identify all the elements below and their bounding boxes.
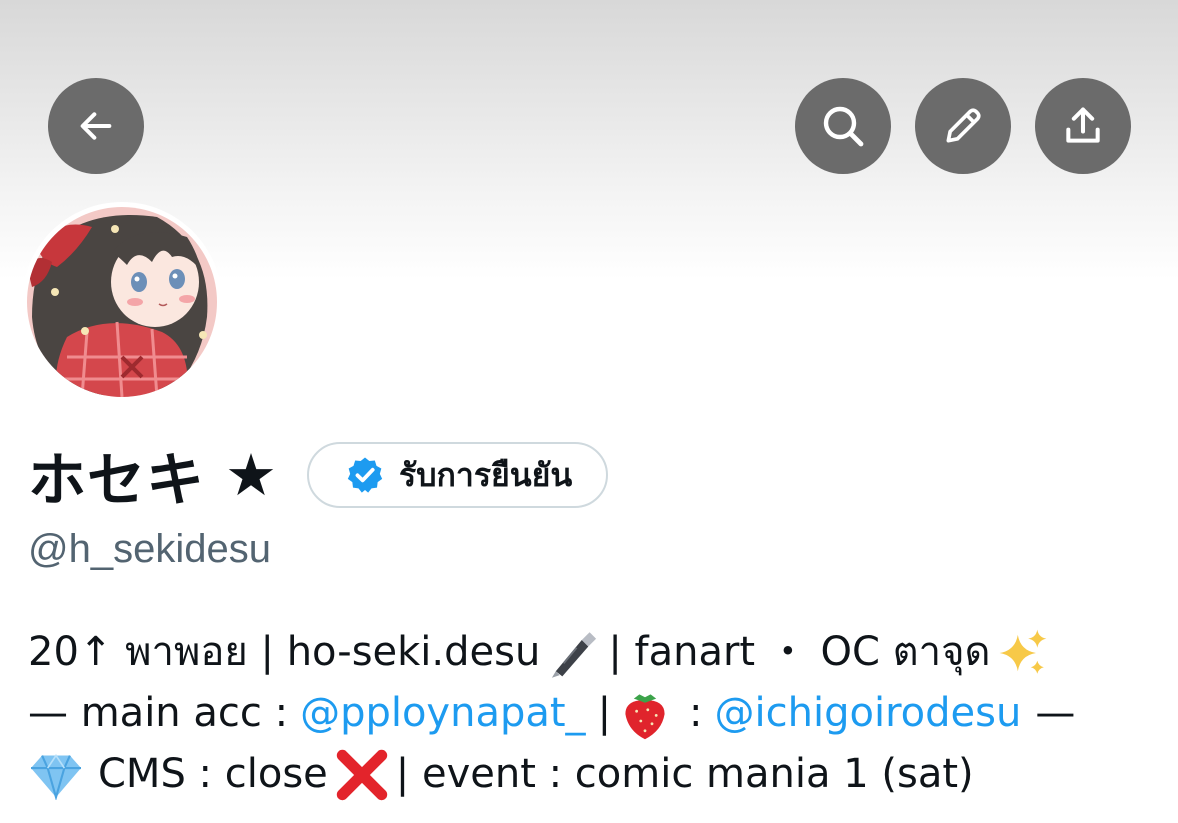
- bio-text: 20↑ พาพอย | ho-seki.desu: [28, 629, 541, 675]
- profile-page: ホセキ ★ รับการยืนยัน @h_sekidesu 20↑ พาพอย…: [0, 0, 1178, 823]
- back-button[interactable]: [48, 78, 144, 174]
- mention-link[interactable]: @pploynapat_: [300, 683, 586, 744]
- verified-button[interactable]: รับการยืนยัน: [307, 442, 609, 508]
- bio-text: CMS : close: [98, 751, 328, 797]
- avatar-container[interactable]: [22, 202, 222, 402]
- display-name: ホセキ: [28, 446, 206, 514]
- sparkles-emoji: [999, 629, 1046, 674]
- fountain-pen-emoji: [552, 631, 597, 678]
- cross-mark-emoji: [336, 749, 387, 800]
- verified-label: รับการยืนยัน: [399, 455, 573, 494]
- bio-text: :: [689, 690, 703, 736]
- bio-line-2: — main acc : @pploynapat_ | : @ichigoiro…: [28, 683, 1158, 744]
- strawberry-emoji: [625, 693, 665, 739]
- mention-link[interactable]: @ichigoirodesu: [715, 683, 1022, 744]
- share-button[interactable]: [1035, 78, 1131, 174]
- gem-emoji: [31, 753, 81, 800]
- search-button[interactable]: [795, 78, 891, 174]
- name-row: ホセキ ★ รับการยืนยัน: [28, 438, 609, 514]
- avatar[interactable]: [27, 207, 217, 397]
- bio-text: | event : comic mania 1 (sat): [395, 751, 974, 797]
- verified-badge-icon: [347, 457, 383, 493]
- share-icon: [1066, 107, 1100, 143]
- arrow-left-icon: [80, 112, 112, 140]
- profile-bio: 20↑ พาพอย | ho-seki.desu | fanart ・ OC ต…: [28, 622, 1158, 805]
- profile-handle: @h_sekidesu: [28, 527, 271, 571]
- pencil-icon: [946, 108, 981, 143]
- avatar-illustration: [27, 207, 217, 397]
- edit-button[interactable]: [915, 78, 1011, 174]
- search-icon: [823, 106, 864, 147]
- bio-text: |: [597, 690, 612, 736]
- bio-text: —: [1035, 690, 1076, 736]
- bio-text: | fanart ・ OC ตาจุด: [608, 629, 991, 675]
- bio-line-1: 20↑ พาพอย | ho-seki.desu | fanart ・ OC ต…: [28, 622, 1158, 683]
- name-star: ★: [225, 441, 278, 509]
- bio-text: — main acc :: [28, 690, 289, 736]
- bio-line-3: CMS : close | event : comic mania 1 (sat…: [28, 744, 1158, 805]
